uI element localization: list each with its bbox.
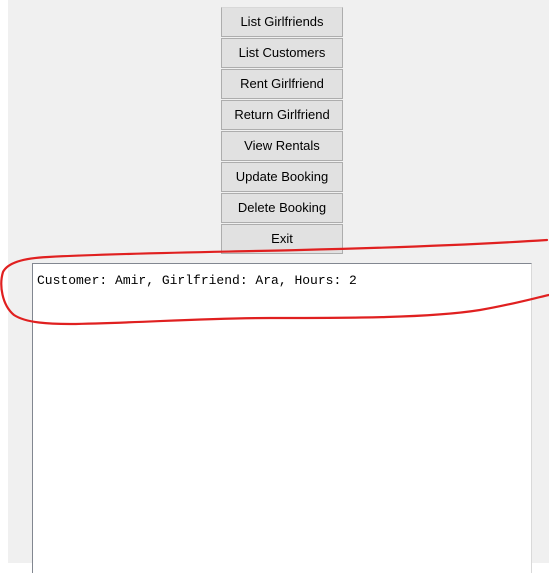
output-line: Customer: Amir, Girlfriend: Ara, Hours: …	[37, 273, 357, 288]
update-booking-button[interactable]: Update Booking	[221, 162, 343, 192]
delete-booking-button[interactable]: Delete Booking	[221, 193, 343, 223]
action-button-stack: List Girlfriends List Customers Rent Gir…	[221, 7, 343, 254]
exit-button[interactable]: Exit	[221, 224, 343, 254]
list-customers-button[interactable]: List Customers	[221, 38, 343, 68]
list-girlfriends-button[interactable]: List Girlfriends	[221, 7, 343, 37]
output-text-area[interactable]: Customer: Amir, Girlfriend: Ara, Hours: …	[32, 263, 532, 573]
return-girlfriend-button[interactable]: Return Girlfriend	[221, 100, 343, 130]
view-rentals-button[interactable]: View Rentals	[221, 131, 343, 161]
rent-girlfriend-button[interactable]: Rent Girlfriend	[221, 69, 343, 99]
